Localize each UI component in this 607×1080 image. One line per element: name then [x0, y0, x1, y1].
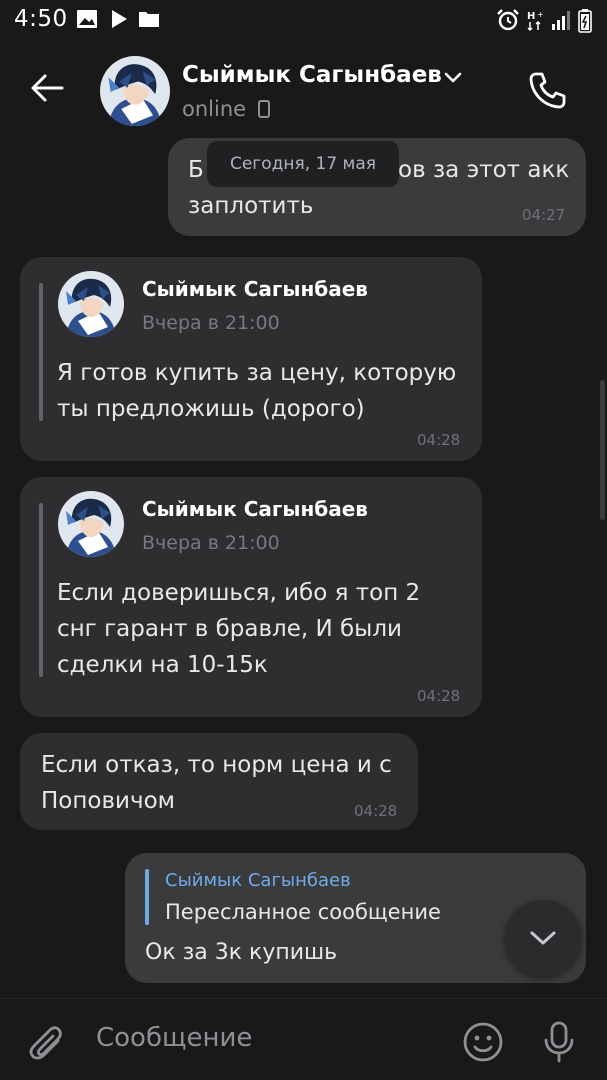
message-text-fragment: Б — [188, 157, 204, 183]
message-text-line: Если отказ, то норм цена и с — [41, 752, 392, 778]
microphone-icon — [544, 1021, 574, 1063]
message-text-fragment: ов за этот акк — [398, 157, 570, 183]
data-hplus-icon: H + — [526, 8, 546, 36]
attach-button[interactable] — [22, 1019, 72, 1067]
alarm-icon — [496, 9, 520, 35]
voice-message-button[interactable] — [536, 1017, 582, 1067]
message-text-line: заплотить — [188, 193, 314, 219]
message-text-line: Я готов купить за цену, которую — [57, 360, 457, 386]
forward-bar — [39, 283, 43, 421]
forward-bar — [39, 503, 43, 677]
message-input[interactable]: Сообщение — [96, 1023, 252, 1053]
contact-status: online — [182, 97, 271, 121]
message-bubble-forwarded[interactable]: Сыймык Сагынбаев Вчера в 21:00 Если дове… — [20, 477, 482, 717]
message-text-line: Ок за 3к купишь — [145, 940, 338, 965]
battery-icon — [578, 9, 592, 37]
smile-icon — [463, 1022, 503, 1062]
reply-text[interactable]: Пересланное сообщение — [165, 900, 441, 924]
contact-name[interactable]: Сыймык Сагынбаев — [182, 62, 442, 88]
message-composer: Сообщение — [0, 998, 607, 1080]
paperclip-icon — [29, 1026, 62, 1060]
phone-icon — [529, 72, 566, 109]
mobile-device-icon — [257, 100, 270, 118]
forwarded-date: Вчера в 21:00 — [142, 312, 280, 334]
message-time: 04:28 — [417, 431, 461, 449]
play-icon — [110, 9, 128, 33]
emoji-button[interactable] — [460, 1019, 506, 1065]
reply-sender-name[interactable]: Сыймык Сагынбаев — [165, 870, 351, 891]
message-bubble-forwarded[interactable]: Сыймык Сагынбаев Вчера в 21:00 Я готов к… — [20, 257, 482, 461]
contact-avatar[interactable] — [100, 56, 170, 126]
message-text-line: Поповичом — [41, 788, 175, 814]
message-text-line: снг гарант в бравле, И были — [57, 616, 402, 642]
folder-icon — [138, 9, 160, 33]
call-button[interactable] — [505, 62, 589, 118]
status-bar: 4:50 H + — [0, 0, 607, 40]
message-text-line: ты предложишь (дорого) — [57, 396, 365, 422]
arrow-left-icon — [31, 74, 64, 102]
svg-text:+: + — [537, 10, 544, 19]
forwarded-sender-avatar[interactable] — [58, 271, 124, 337]
chat-header: Сыймык Сагынбаев online — [0, 40, 607, 140]
reply-bar — [145, 869, 149, 925]
forwarded-sender-name[interactable]: Сыймык Сагынбаев — [142, 277, 368, 301]
date-separator: Сегодня, 17 мая — [207, 141, 399, 187]
forwarded-sender-name[interactable]: Сыймык Сагынбаев — [142, 497, 368, 521]
message-bubble-incoming[interactable]: Если отказ, то норм цена и с Поповичом 0… — [20, 733, 418, 830]
forwarded-date: Вчера в 21:00 — [142, 532, 280, 554]
svg-text:H: H — [527, 11, 535, 22]
message-time: 04:28 — [354, 802, 398, 820]
status-text: online — [182, 97, 247, 121]
message-time: 04:28 — [417, 687, 461, 705]
back-button[interactable] — [22, 65, 72, 111]
forwarded-sender-avatar[interactable] — [58, 491, 124, 557]
chevron-down-icon[interactable] — [443, 71, 463, 85]
message-text-line: сделки на 10-15к — [57, 652, 268, 678]
gallery-icon — [76, 9, 98, 33]
status-time: 4:50 — [14, 6, 68, 32]
chevron-down-icon — [530, 931, 556, 945]
message-text-line: Если доверишься, ибо я топ 2 — [57, 580, 421, 606]
signal-icon — [550, 9, 574, 35]
message-time: 04:27 — [522, 206, 566, 224]
scrollbar-thumb[interactable] — [600, 380, 605, 520]
scroll-to-bottom-button[interactable] — [505, 900, 581, 976]
